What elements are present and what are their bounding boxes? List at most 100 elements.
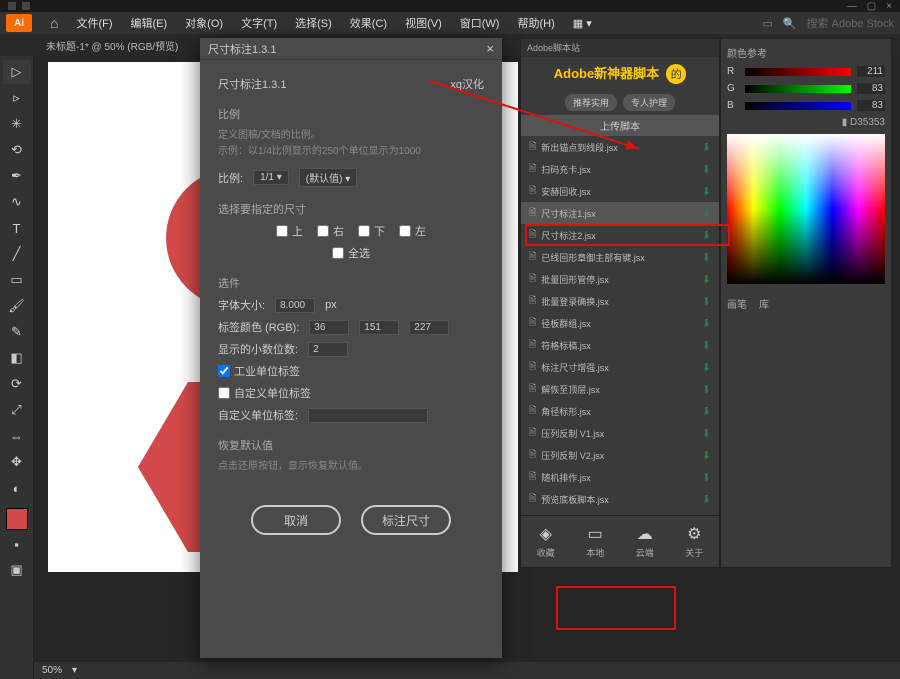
window-controls[interactable]: —▢×: [847, 1, 892, 12]
script-item[interactable]: 🗎 批量回形管停.jsx⬇: [521, 268, 719, 290]
footer-button[interactable]: ⚙关于: [685, 524, 703, 559]
chk-all[interactable]: 全选: [332, 245, 370, 261]
r-value[interactable]: 211: [857, 66, 885, 77]
chk-bottom[interactable]: 下: [358, 223, 385, 239]
scripts-tab-pro[interactable]: 专人护理: [623, 94, 675, 111]
b-value[interactable]: 83: [857, 100, 885, 111]
menu-view[interactable]: 视图(V): [405, 15, 442, 31]
script-item[interactable]: 🗎 预览底板脚本.jsx⬇: [521, 488, 719, 510]
magic-wand-tool-icon[interactable]: ✳: [3, 112, 31, 136]
download-icon[interactable]: ⬇: [702, 251, 711, 264]
g-slider[interactable]: [745, 85, 851, 93]
script-item[interactable]: 🗎 批量登录确换.jsx⬇: [521, 290, 719, 312]
direct-select-tool-icon[interactable]: ▹: [3, 86, 31, 110]
brush-tool-icon[interactable]: 🖌: [3, 294, 31, 318]
color-spectrum[interactable]: [727, 134, 885, 284]
custom-unit-input[interactable]: [308, 408, 428, 423]
type-tool-icon[interactable]: T: [3, 216, 31, 240]
menu-select[interactable]: 选择(S): [295, 15, 332, 31]
document-tab[interactable]: 未标题-1* @ 50% (RGB/预览): [46, 38, 178, 53]
rectangle-tool-icon[interactable]: ▭: [3, 268, 31, 292]
close-icon[interactable]: ×: [486, 41, 494, 56]
rotate-tool-icon[interactable]: ⟳: [3, 372, 31, 396]
menu-help[interactable]: 帮助(H): [517, 15, 554, 31]
width-tool-icon[interactable]: ⇔: [3, 424, 31, 448]
ratio-select[interactable]: 1/1 ▾: [253, 170, 289, 185]
menu-edit[interactable]: 编辑(E): [131, 15, 168, 31]
hex-value[interactable]: ▮ D35353: [727, 117, 885, 128]
scripts-tab-recommended[interactable]: 推荐实用: [565, 94, 617, 111]
script-item[interactable]: 🗎 标注尺寸增强.jsx⬇: [521, 356, 719, 378]
chk-right[interactable]: 右: [317, 223, 344, 239]
fill-stroke-swatch[interactable]: [6, 508, 28, 530]
download-icon[interactable]: ⬇: [702, 405, 711, 418]
menu-type[interactable]: 文字(T): [241, 15, 277, 31]
screen-mode-icon[interactable]: ▣: [3, 558, 31, 582]
download-icon[interactable]: ⬇: [702, 317, 711, 330]
script-item[interactable]: 🗎 压列反制 V2.jsx⬇: [521, 444, 719, 466]
script-item[interactable]: 🗎 压列反制 V1.jsx⬇: [521, 422, 719, 444]
line-tool-icon[interactable]: ╱: [3, 242, 31, 266]
script-item[interactable]: 🗎 已线回形章御主部有键.jsx⬇: [521, 246, 719, 268]
chk-left[interactable]: 左: [399, 223, 426, 239]
ok-button[interactable]: 标注尺寸: [361, 505, 451, 535]
lasso-tool-icon[interactable]: ⟲: [3, 138, 31, 162]
r-slider[interactable]: [745, 68, 851, 76]
footer-button[interactable]: ◈收藏: [537, 524, 555, 559]
download-icon[interactable]: ⬇: [702, 449, 711, 462]
free-transform-tool-icon[interactable]: ✥: [3, 450, 31, 474]
script-item[interactable]: 🗎 安赫回收.jsx⬇: [521, 180, 719, 202]
script-item[interactable]: 🗎 符格标稿.jsx⬇: [521, 334, 719, 356]
zoom-level[interactable]: 50%: [42, 665, 62, 676]
color-mode-icon[interactable]: ▪: [3, 532, 31, 556]
download-icon[interactable]: ⬇: [702, 295, 711, 308]
download-icon[interactable]: ⬇: [702, 361, 711, 374]
download-icon[interactable]: ⬇: [702, 493, 711, 506]
color-r-input[interactable]: [309, 320, 349, 335]
scripts-category[interactable]: 上传脚本: [521, 115, 719, 136]
download-icon[interactable]: ⬇: [702, 207, 711, 220]
scale-tool-icon[interactable]: ⤢: [3, 398, 31, 422]
download-icon[interactable]: ⬇: [702, 471, 711, 484]
chk-industrial[interactable]: 工业单位标签: [218, 363, 300, 379]
download-icon[interactable]: ⬇: [702, 163, 711, 176]
tab-library[interactable]: 库: [759, 296, 769, 311]
download-icon[interactable]: ⬇: [702, 383, 711, 396]
search-stock[interactable]: 搜索 Adobe Stock: [807, 15, 894, 31]
footer-button[interactable]: ▭本地: [586, 524, 604, 559]
cancel-button[interactable]: 取消: [251, 505, 341, 535]
download-icon[interactable]: ⬇: [702, 427, 711, 440]
menu-object[interactable]: 对象(O): [185, 15, 223, 31]
script-item[interactable]: 🗎 扫码充卡.jsx⬇: [521, 158, 719, 180]
download-icon[interactable]: ⬇: [702, 185, 711, 198]
menu-effect[interactable]: 效果(C): [350, 15, 387, 31]
selection-tool-icon[interactable]: ▷: [3, 60, 31, 84]
decimals-input[interactable]: [308, 342, 348, 357]
font-size-input[interactable]: [275, 298, 315, 313]
b-slider[interactable]: [745, 102, 851, 110]
chk-custom-unit[interactable]: 自定义单位标签: [218, 385, 311, 401]
g-value[interactable]: 83: [857, 83, 885, 94]
pen-tool-icon[interactable]: ✒: [3, 164, 31, 188]
search-icon[interactable]: 🔍: [783, 17, 797, 30]
script-item[interactable]: 🗎 新出锚点到线段.jsx⬇: [521, 136, 719, 158]
download-icon[interactable]: ⬇: [702, 273, 711, 286]
curvature-tool-icon[interactable]: ∿: [3, 190, 31, 214]
menu-file[interactable]: 文件(F): [76, 15, 112, 31]
script-item[interactable]: 🗎 随机排作.jsx⬇: [521, 466, 719, 488]
download-icon[interactable]: ⬇: [702, 339, 711, 352]
color-b-input[interactable]: [409, 320, 449, 335]
home-icon[interactable]: ⌂: [50, 15, 58, 31]
footer-button[interactable]: ☁云端: [636, 524, 654, 559]
ratio-default-select[interactable]: (默认值) ▾: [299, 168, 357, 187]
workspace-icon[interactable]: ▦ ▾: [573, 17, 592, 30]
tab-brush[interactable]: 画笔: [727, 296, 747, 311]
shaper-tool-icon[interactable]: ✎: [3, 320, 31, 344]
download-icon[interactable]: ⬇: [702, 141, 711, 154]
script-item[interactable]: 🗎 解恢至顶层.jsx⬇: [521, 378, 719, 400]
shape-builder-tool-icon[interactable]: ◐: [3, 476, 31, 500]
script-item[interactable]: 🗎 尺寸标注1.jsx⬇: [521, 202, 719, 224]
menu-window[interactable]: 窗口(W): [460, 15, 500, 31]
script-item[interactable]: 🗎 角径标形.jsx⬇: [521, 400, 719, 422]
eraser-tool-icon[interactable]: ◧: [3, 346, 31, 370]
